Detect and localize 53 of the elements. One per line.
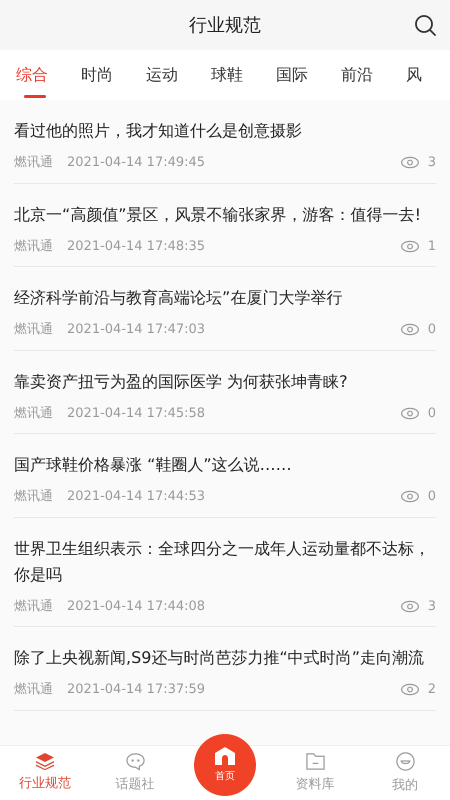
source-label: 燃讯通 [14,488,53,506]
view-count: 0 [428,404,436,422]
layers-icon [35,752,55,770]
nav-tab[interactable]: 行业规范 [0,746,90,800]
publish-time: 2021-04-14 17:48:35 [67,238,206,256]
search-icon [414,14,436,36]
smiley-icon [394,750,416,772]
category-tab[interactable]: 国际 [276,50,308,100]
source-label: 燃讯通 [14,598,53,616]
publish-time: 2021-04-14 17:49:45 [67,154,206,172]
view-count: 0 [428,321,436,339]
search-button[interactable] [414,14,436,36]
source-label: 燃讯通 [14,681,53,699]
source-label: 燃讯通 [14,238,53,256]
category-tab[interactable]: 风 [406,50,422,100]
home-button[interactable]: 首页 [194,734,256,796]
category-tab[interactable]: 球鞋 [211,50,243,100]
eye-icon [400,156,420,170]
view-count: 3 [428,598,436,616]
article-title[interactable]: 除了上央视新闻,S9还与时尚芭莎力推“中式时尚”走向潮流 [14,645,436,671]
source-label: 燃讯通 [14,154,53,172]
view-count: 1 [428,238,436,256]
eye-icon [400,683,420,696]
eye-icon [400,406,420,420]
article-title[interactable]: 国产球鞋价格暴涨 “鞋圈人”这么说…… [14,452,436,478]
publish-time: 2021-04-14 17:37:59 [67,681,206,699]
category-tab[interactable]: 综合 [16,50,48,100]
publish-time: 2021-04-14 17:44:08 [67,598,206,616]
article-title[interactable]: 世界卫生组织表示：全球四分之一成年人运动量都不达标，你是吗 [14,536,436,588]
publish-time: 2021-04-14 17:44:53 [67,488,206,506]
eye-icon [400,600,420,613]
chat-bubble-icon [124,752,146,771]
view-count: 2 [428,681,436,699]
publish-time: 2021-04-14 17:47:03 [67,321,206,339]
house-icon [214,746,236,766]
eye-icon [400,240,420,253]
view-count: 3 [428,154,436,172]
category-tab[interactable]: 运动 [146,50,178,100]
eye-icon [400,490,420,504]
publish-time: 2021-04-14 17:45:58 [67,404,206,422]
view-count: 0 [428,488,436,506]
folder-icon [304,752,326,771]
source-label: 燃讯通 [14,404,53,422]
article-title[interactable]: 看过他的照片，我才知道什么是创意摄影 [14,118,436,144]
category-tab[interactable]: 前沿 [341,50,373,100]
source-label: 燃讯通 [14,321,53,339]
tab-underline [24,95,46,98]
category-tab[interactable]: 时尚 [81,50,113,100]
eye-icon [400,323,420,336]
article-title[interactable]: 经济科学前沿与教育高端论坛”在厦门大学举行 [14,285,436,311]
page-title: 行业规范 [189,14,261,38]
article-title[interactable]: 靠卖资产扭亏为盈的国际医学 为何获张坤青睐? [14,368,436,394]
article-title[interactable]: 北京一“高颜值”景区，风景不输张家界，游客：值得一去! [14,202,436,228]
